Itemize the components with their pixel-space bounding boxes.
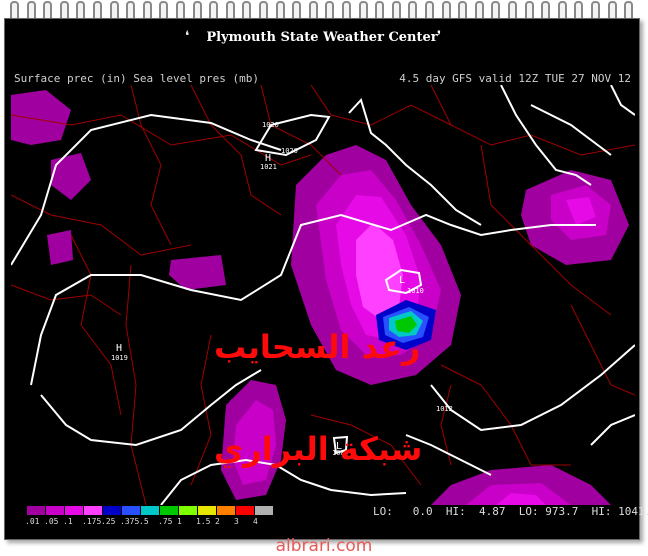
scale-label: 1 [177, 517, 182, 526]
scale-label: .5 [139, 517, 149, 526]
plot-valid-time: 4.5 day GFS valid 12Z TUE 27 NOV 12 [399, 72, 631, 85]
pressure-value: 1020 [262, 121, 279, 129]
scale-label: 1.5 [196, 517, 211, 526]
pressure-value: 1021 [260, 163, 277, 171]
scale-swatch [103, 506, 122, 515]
lo2-label: LO: [518, 505, 539, 518]
lo2-value: 973.7 [545, 505, 579, 518]
scale-swatch [198, 506, 217, 515]
scale-swatch [84, 506, 103, 515]
scale-label: .1 [63, 517, 73, 526]
hi2-label: HI: [591, 505, 612, 518]
scale-label: .75 [158, 517, 173, 526]
plot-title: Surface prec (in) Sea level pres (mb) [14, 72, 260, 85]
scale-swatch [255, 506, 274, 515]
scale-swatch [141, 506, 160, 515]
scale-label: 3 [234, 517, 239, 526]
scale-swatch [27, 506, 46, 515]
pressure-low-marker: L [399, 275, 405, 286]
precip-scale-labels: .01 .05 .1 .175.25 .375.5 .75 1 1.5 2 3 4 [25, 517, 335, 529]
scale-label: 4 [253, 517, 258, 526]
scale-label: .25 [101, 517, 116, 526]
pressure-high-marker: H [116, 343, 122, 354]
scale-label: .01 [25, 517, 40, 526]
precip-color-scale [27, 506, 274, 515]
pressure-value: 1012 [436, 405, 453, 413]
overlay-text-line1: رعد السحايب [214, 328, 421, 366]
scale-label: 2 [215, 517, 220, 526]
scale-swatch [236, 506, 255, 515]
lo-value: 0.0 [412, 505, 433, 518]
watermark-text: albrari.com [275, 536, 373, 556]
scale-swatch [217, 506, 236, 515]
scale-label: .05 [44, 517, 59, 526]
scale-swatch [46, 506, 65, 515]
scale-swatch [160, 506, 179, 515]
pressure-value: 1010 [407, 287, 424, 295]
scale-label: .375 [120, 517, 140, 526]
pressure-value: 1020 [281, 147, 298, 155]
scale-label: .175 [82, 517, 102, 526]
overlay-text-line2: شبكة البراري [214, 430, 423, 468]
scale-swatch [122, 506, 141, 515]
hi2-value: 1041.5 [618, 505, 648, 518]
scale-swatch [179, 506, 198, 515]
hi-value: 4.87 [479, 505, 506, 518]
header-mark-right: ❜ [437, 29, 442, 44]
lo-label: LO: [373, 505, 393, 518]
header-title: Plymouth State Weather Center [206, 30, 438, 45]
map-statistics: LO: 0.0 HI: 4.87 LO: 973.7 HI: 1041.5 [373, 505, 648, 518]
pressure-value: 1019 [111, 354, 128, 362]
scale-swatch [65, 506, 84, 515]
hi-label: HI: [445, 505, 466, 518]
